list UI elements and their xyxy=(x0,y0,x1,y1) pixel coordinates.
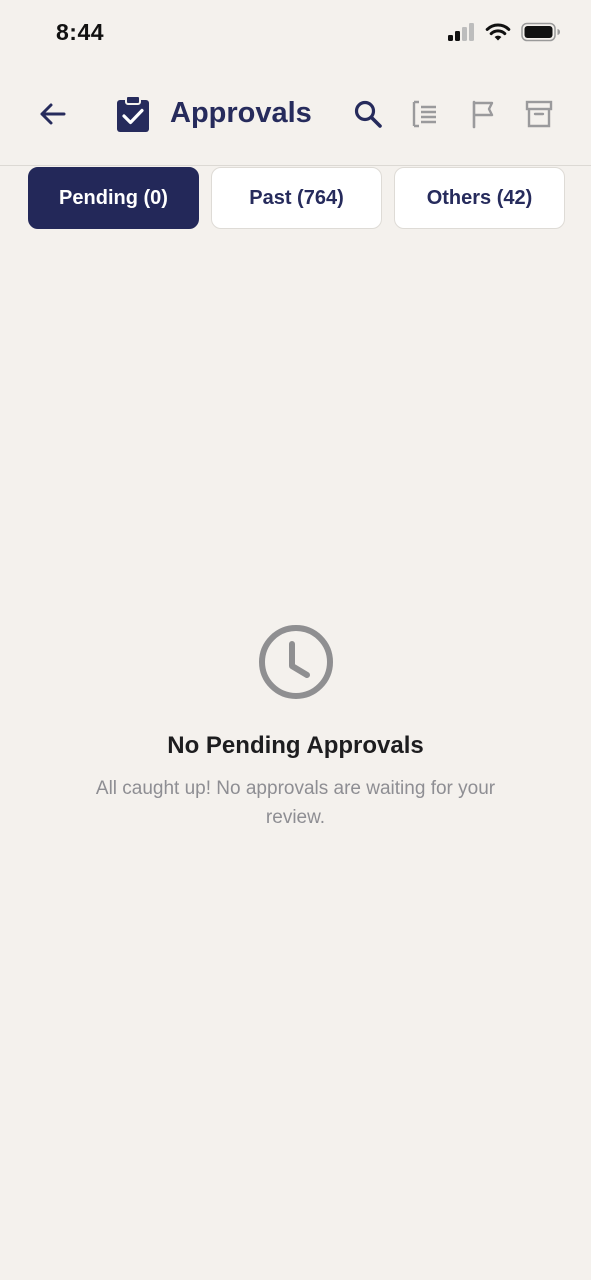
tab-pending[interactable]: Pending (0) xyxy=(28,167,199,229)
tab-past[interactable]: Past (764) xyxy=(211,167,382,229)
flag-button[interactable] xyxy=(466,97,500,131)
approval-tabs: Pending (0) Past (764) Others (42) xyxy=(28,167,565,229)
empty-state: No Pending Approvals All caught up! No a… xyxy=(0,622,591,832)
flag-icon xyxy=(472,100,494,129)
tab-others[interactable]: Others (42) xyxy=(394,167,565,229)
status-time: 8:44 xyxy=(56,19,105,45)
search-icon xyxy=(354,100,382,128)
status-bar: 8:44 xyxy=(0,0,591,66)
list-button[interactable] xyxy=(408,97,442,131)
clipboard-check-icon xyxy=(117,95,149,132)
back-button[interactable] xyxy=(34,96,70,132)
archive-icon xyxy=(525,100,553,128)
empty-state-subtitle: All caught up! No approvals are waiting … xyxy=(95,778,496,828)
arrow-left-icon xyxy=(40,103,66,125)
page-title: Approvals xyxy=(170,97,312,129)
status-icons xyxy=(447,22,561,42)
cellular-signal-icon xyxy=(448,23,474,41)
app-header: Approvals xyxy=(0,66,591,166)
search-button[interactable] xyxy=(351,97,385,131)
archive-button[interactable] xyxy=(522,97,556,131)
list-icon xyxy=(412,100,436,128)
empty-state-title: No Pending Approvals xyxy=(167,732,424,759)
wifi-icon xyxy=(485,23,511,41)
battery-icon xyxy=(521,22,560,42)
clock-icon xyxy=(258,625,333,699)
